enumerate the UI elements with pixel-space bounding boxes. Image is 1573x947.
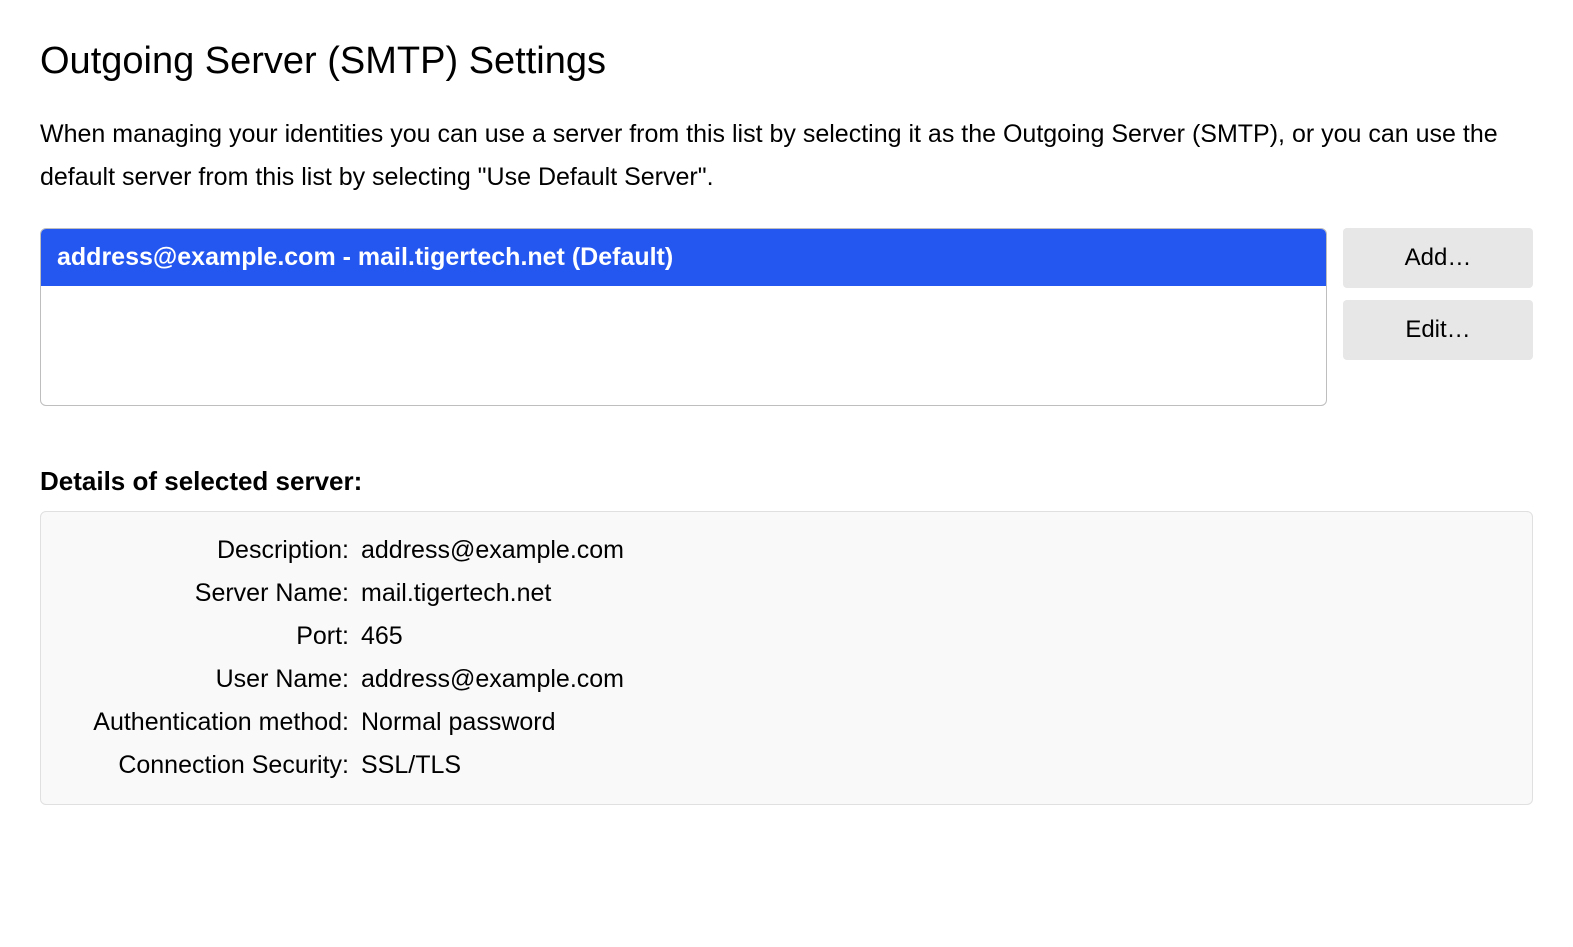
add-button[interactable]: Add… (1343, 228, 1533, 288)
details-row-conn-security: Connection Security: SSL/TLS (61, 751, 1512, 780)
details-label: Description: (61, 536, 361, 565)
details-value: Normal password (361, 708, 1512, 737)
details-label: Authentication method: (61, 708, 361, 737)
details-heading: Details of selected server: (40, 466, 1533, 497)
details-label: Connection Security: (61, 751, 361, 780)
page-title: Outgoing Server (SMTP) Settings (40, 40, 1533, 83)
server-list[interactable]: address@example.com - mail.tigertech.net… (40, 228, 1327, 406)
details-label: Port: (61, 622, 361, 651)
details-value: address@example.com (361, 665, 1512, 694)
details-value: SSL/TLS (361, 751, 1512, 780)
page-description: When managing your identities you can us… (40, 113, 1533, 198)
details-label: User Name: (61, 665, 361, 694)
details-value: mail.tigertech.net (361, 579, 1512, 608)
details-label: Server Name: (61, 579, 361, 608)
details-row-port: Port: 465 (61, 622, 1512, 651)
edit-button[interactable]: Edit… (1343, 300, 1533, 360)
details-row-user-name: User Name: address@example.com (61, 665, 1512, 694)
button-column: Add… Edit… (1343, 228, 1533, 406)
server-section: address@example.com - mail.tigertech.net… (40, 228, 1533, 406)
details-row-auth-method: Authentication method: Normal password (61, 708, 1512, 737)
details-row-server-name: Server Name: mail.tigertech.net (61, 579, 1512, 608)
details-row-description: Description: address@example.com (61, 536, 1512, 565)
server-list-item[interactable]: address@example.com - mail.tigertech.net… (41, 229, 1326, 286)
details-value: 465 (361, 622, 1512, 651)
details-panel: Description: address@example.com Server … (40, 511, 1533, 805)
details-value: address@example.com (361, 536, 1512, 565)
